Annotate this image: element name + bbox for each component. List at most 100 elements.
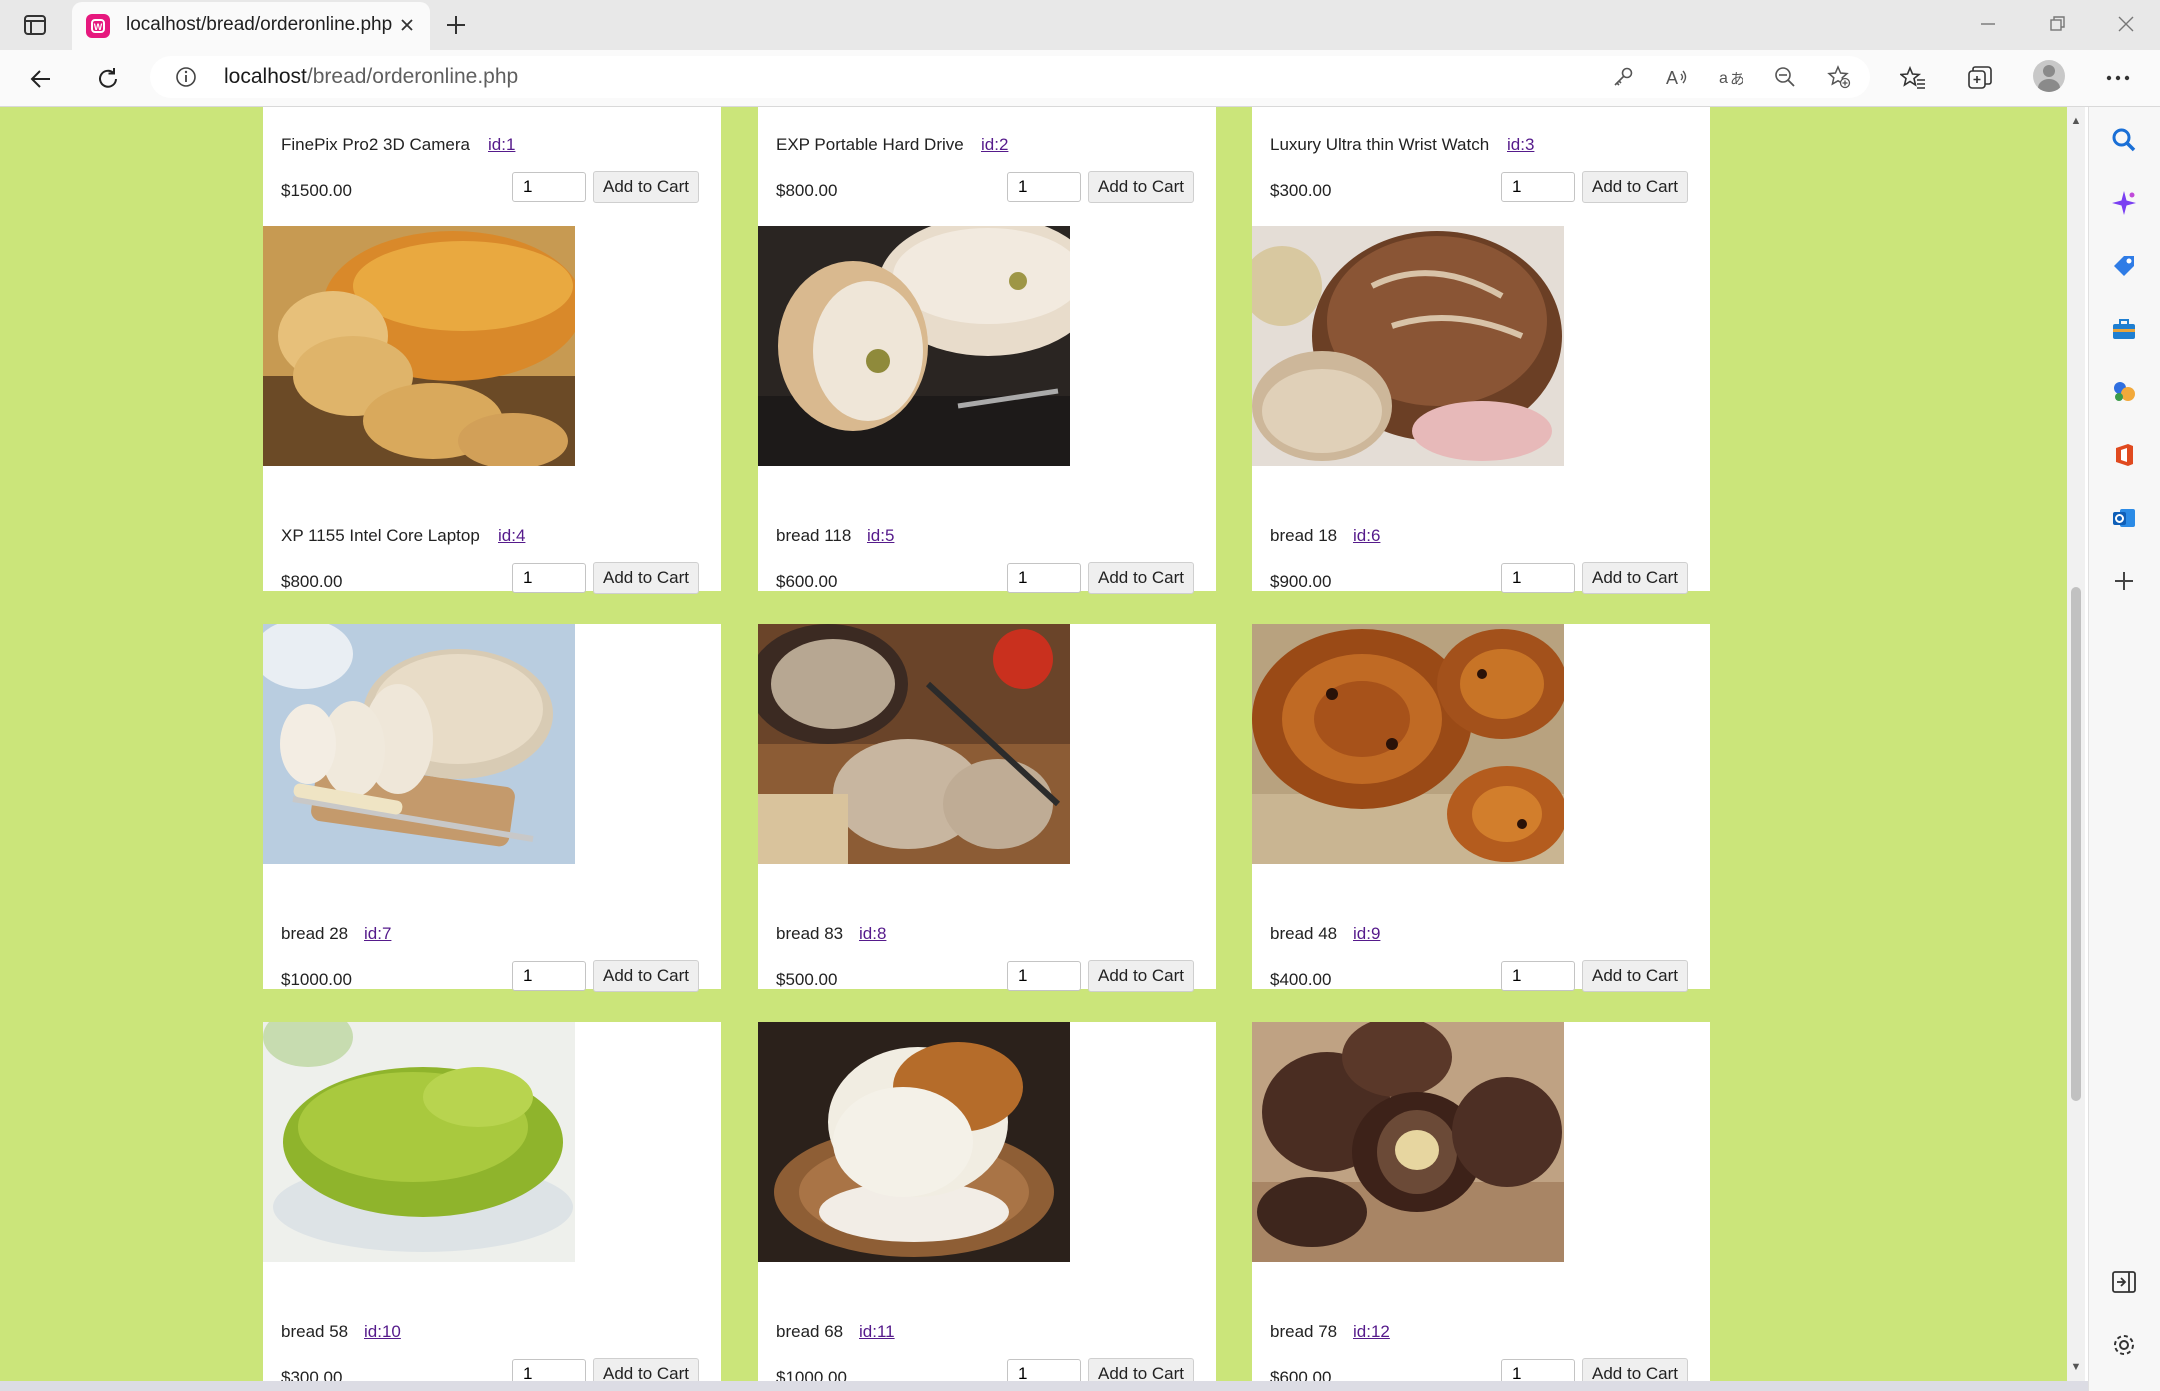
translate-icon[interactable]: aあ xyxy=(1718,64,1744,90)
quantity-input[interactable] xyxy=(512,961,586,991)
tab-title: localhost/bread/orderonline.php xyxy=(126,14,393,35)
add-to-cart-button[interactable]: Add to Cart xyxy=(593,171,699,203)
product-id-link[interactable]: id:8 xyxy=(859,924,886,944)
profile-avatar[interactable] xyxy=(2033,60,2065,92)
scroll-down-arrow-icon[interactable]: ▼ xyxy=(2070,1361,2082,1373)
product-id-link[interactable]: id:7 xyxy=(364,924,391,944)
product-id-link[interactable]: id:2 xyxy=(981,135,1008,155)
product-card: bread 18 id:6 $900.00 Add to Cart xyxy=(1252,226,1710,594)
add-to-cart-button[interactable]: Add to Cart xyxy=(1088,960,1194,992)
outlook-icon[interactable] xyxy=(2109,503,2139,533)
refresh-icon[interactable] xyxy=(91,62,125,96)
quantity-input[interactable] xyxy=(1007,563,1081,593)
minimize-icon[interactable] xyxy=(1968,10,2008,38)
product-name: bread 58 xyxy=(281,1322,349,1341)
product-id-link[interactable]: id:4 xyxy=(498,526,525,546)
product-name: bread 18 xyxy=(1270,526,1338,545)
product-card: bread 28 id:7 $1000.00 Add to Cart xyxy=(263,624,721,992)
add-to-cart-button[interactable]: Add to Cart xyxy=(1582,960,1688,992)
close-window-icon[interactable] xyxy=(2106,10,2146,38)
product-id-link[interactable]: id:11 xyxy=(859,1322,895,1342)
add-to-cart-button[interactable]: Add to Cart xyxy=(1582,1358,1688,1381)
read-aloud-icon[interactable]: A xyxy=(1664,64,1690,90)
product-id-link[interactable]: id:5 xyxy=(867,526,894,546)
search-icon[interactable] xyxy=(2109,125,2139,155)
product-price: $800.00 xyxy=(281,572,343,591)
hide-sidebar-icon[interactable] xyxy=(2109,1267,2139,1297)
back-arrow-icon[interactable] xyxy=(24,62,58,96)
settings-gear-icon[interactable] xyxy=(2109,1330,2139,1360)
product-id-link[interactable]: id:6 xyxy=(1353,526,1380,546)
product-id-link[interactable]: id:3 xyxy=(1507,135,1534,155)
quantity-input[interactable] xyxy=(1007,961,1081,991)
address-bar[interactable]: localhost/bread/orderonline.php A aあ xyxy=(150,56,1870,98)
product-price: $1000.00 xyxy=(776,1368,847,1381)
quantity-input[interactable] xyxy=(1007,1359,1081,1381)
new-tab-icon[interactable] xyxy=(442,11,470,39)
tools-briefcase-icon[interactable] xyxy=(2109,314,2139,344)
active-tab[interactable]: W localhost/bread/orderonline.php xyxy=(72,2,430,50)
product-id-link[interactable]: id:10 xyxy=(364,1322,401,1342)
product-name: bread 28 xyxy=(281,924,349,943)
svg-text:a: a xyxy=(1719,70,1728,87)
add-to-cart-button[interactable]: Add to Cart xyxy=(593,960,699,992)
product-name: bread 78 xyxy=(1270,1322,1338,1341)
tab-actions-icon[interactable] xyxy=(22,12,48,38)
product-price: $500.00 xyxy=(776,970,838,989)
password-key-icon[interactable] xyxy=(1610,64,1636,90)
brown-rolls-image xyxy=(1252,1022,1564,1262)
product-card: bread 83 id:8 $500.00 Add to Cart xyxy=(758,624,1216,992)
product-id-link[interactable]: id:1 xyxy=(488,135,515,155)
add-to-cart-button[interactable]: Add to Cart xyxy=(593,1358,699,1381)
quantity-input[interactable] xyxy=(512,563,586,593)
favorites-icon[interactable] xyxy=(1898,63,1928,93)
product-id-link[interactable]: id:9 xyxy=(1353,924,1380,944)
quantity-input[interactable] xyxy=(512,1359,586,1381)
product-name: FinePix Pro2 3D Camera xyxy=(281,135,470,154)
svg-text:あ: あ xyxy=(1730,70,1743,88)
add-favorite-icon[interactable] xyxy=(1826,64,1852,90)
add-sidebar-app-icon[interactable] xyxy=(2109,566,2139,596)
quantity-input[interactable] xyxy=(1501,961,1575,991)
zoom-out-icon[interactable] xyxy=(1772,64,1798,90)
copilot-sparkle-icon[interactable] xyxy=(2109,188,2139,218)
games-icon[interactable] xyxy=(2109,377,2139,407)
site-favicon-icon: W xyxy=(86,14,110,38)
quantity-input[interactable] xyxy=(512,172,586,202)
product-price: $800.00 xyxy=(776,181,838,200)
office-icon[interactable] xyxy=(2109,440,2139,470)
restore-icon[interactable] xyxy=(2037,10,2077,38)
edge-sidebar xyxy=(2088,107,2160,1391)
add-to-cart-button[interactable]: Add to Cart xyxy=(1088,562,1194,594)
url-text: localhost/bread/orderonline.php xyxy=(224,65,519,88)
product-name: bread 48 xyxy=(1270,924,1338,943)
quantity-input[interactable] xyxy=(1501,172,1575,202)
raisin-swirl-image xyxy=(1252,624,1564,864)
olive-bread-image xyxy=(758,226,1070,466)
page-content: FinePix Pro2 3D Camera id:1 $1500.00 Add… xyxy=(0,107,2067,1381)
product-id-link[interactable]: id:12 xyxy=(1353,1322,1390,1342)
add-to-cart-button[interactable]: Add to Cart xyxy=(1582,562,1688,594)
more-options-icon[interactable] xyxy=(2103,63,2133,93)
vertical-scrollbar[interactable]: ▲ ▼ xyxy=(2067,107,2085,1381)
quantity-input[interactable] xyxy=(1501,563,1575,593)
product-name: XP 1155 Intel Core Laptop xyxy=(281,526,480,545)
add-to-cart-button[interactable]: Add to Cart xyxy=(1088,171,1194,203)
quantity-input[interactable] xyxy=(1007,172,1081,202)
close-tab-icon[interactable] xyxy=(394,12,420,38)
product-name: bread 83 xyxy=(776,924,844,943)
scroll-up-arrow-icon[interactable]: ▲ xyxy=(2070,115,2082,127)
green-bun-image xyxy=(263,1022,575,1262)
quantity-input[interactable] xyxy=(1501,1359,1575,1381)
scrollbar-thumb[interactable] xyxy=(2071,587,2081,1101)
taskbar-edge xyxy=(0,1381,2088,1391)
add-to-cart-button[interactable]: Add to Cart xyxy=(593,562,699,594)
product-price: $300.00 xyxy=(281,1368,343,1381)
product-card: bread 118 id:5 $600.00 Add to Cart xyxy=(758,226,1216,594)
product-price: $1500.00 xyxy=(281,181,352,200)
shopping-tag-icon[interactable] xyxy=(2109,251,2139,281)
site-info-icon[interactable] xyxy=(174,65,198,89)
add-to-cart-button[interactable]: Add to Cart xyxy=(1582,171,1688,203)
add-to-cart-button[interactable]: Add to Cart xyxy=(1088,1358,1194,1381)
collections-icon[interactable] xyxy=(1965,63,1995,93)
